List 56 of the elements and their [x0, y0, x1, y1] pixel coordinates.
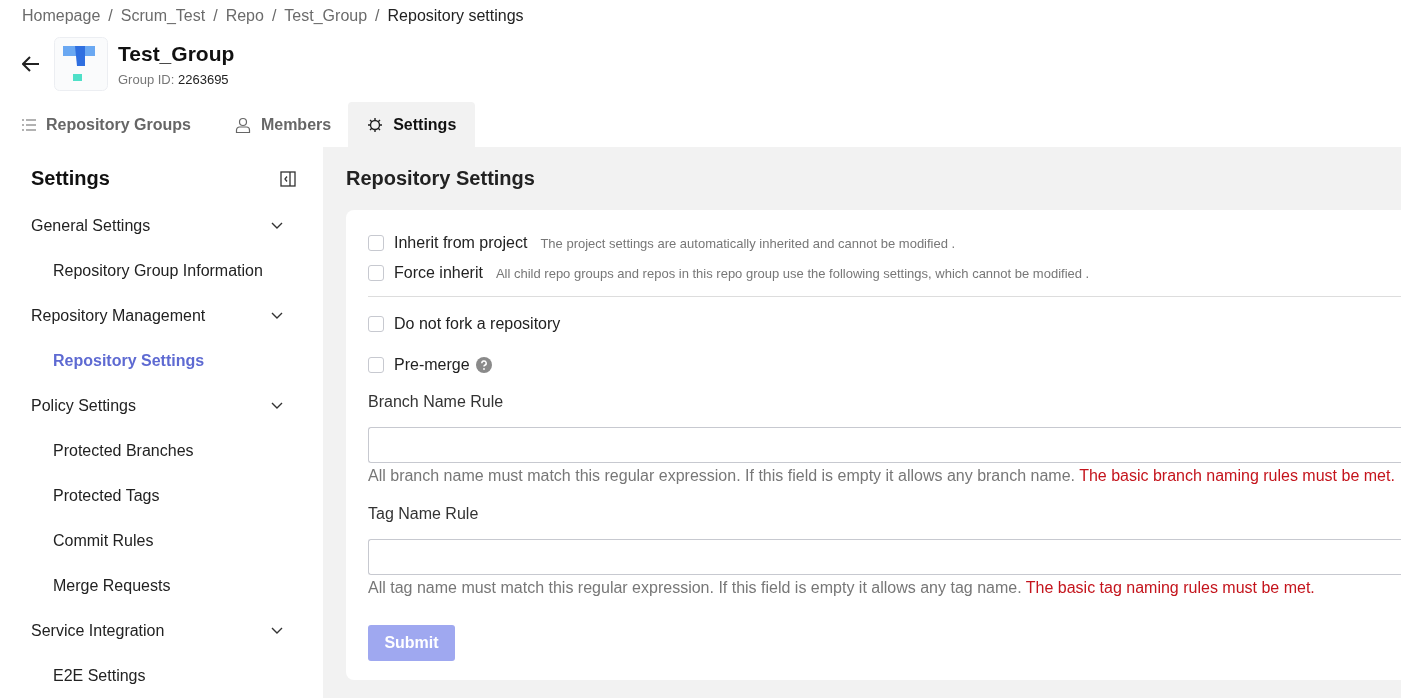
group-title: Test_Group — [118, 41, 235, 66]
sidebar-item[interactable]: Merge Requests — [31, 563, 283, 608]
person-icon — [234, 116, 251, 133]
sidebar-item[interactable]: E2E Settings — [31, 653, 283, 698]
chevron-icon — [271, 626, 283, 635]
tab[interactable]: Repository Groups — [10, 102, 223, 147]
list-icon — [22, 118, 36, 131]
sidebar-group[interactable]: Policy Settings — [31, 383, 283, 428]
field-hint: All branch name must match this regular expression. If this field is empty it allows any branch name. — [368, 467, 1075, 484]
help-icon[interactable] — [475, 356, 492, 373]
field-warning: The basic branch naming rules must be met. — [1079, 467, 1395, 484]
breadcrumb-link[interactable]: Homepage — [22, 7, 101, 27]
checkbox[interactable] — [368, 265, 384, 281]
chevron-icon — [271, 311, 283, 320]
breadcrumb-separator: / — [213, 7, 218, 26]
sidebar-group[interactable]: General Settings — [31, 203, 283, 248]
page-title: Repository Settings — [346, 167, 536, 191]
group-id-label: Group ID: — [118, 71, 175, 87]
group-id-value: 2263695 — [178, 71, 229, 87]
sidebar-item[interactable]: Repository Group Information — [31, 248, 283, 293]
option-description: The project settings are automatically inherited and cannot be modified . — [540, 235, 956, 251]
sidebar-title: Settings — [31, 167, 110, 190]
checkbox-label: Force inherit — [394, 264, 483, 282]
sidebar-item[interactable]: Repository Settings — [31, 338, 283, 383]
checkbox-label: Do not fork a repository — [394, 314, 561, 333]
sidebar-item[interactable]: Protected Tags — [31, 473, 283, 518]
checkbox[interactable] — [368, 235, 384, 251]
field-label: Tag Name Rule — [368, 505, 480, 524]
checkbox-label: Inherit from project — [394, 234, 528, 252]
option-description: All child repo groups and repos in this repo group use the following settings, which cannot be modified . — [495, 265, 1090, 281]
tab[interactable]: Settings — [348, 102, 476, 147]
sidebar-item[interactable]: Protected Branches — [31, 428, 283, 473]
checkbox[interactable] — [368, 315, 384, 332]
input-field[interactable] — [368, 427, 1401, 463]
breadcrumb-link[interactable]: Test_Group — [284, 7, 368, 27]
input-field[interactable] — [368, 539, 1401, 575]
field-hint: All tag name must match this regular expression. If this field is empty it allows any tag name. — [368, 579, 1022, 596]
back-arrow-icon[interactable] — [22, 56, 40, 72]
chevron-icon — [271, 401, 283, 410]
chevron-icon — [271, 221, 283, 230]
breadcrumb-link[interactable]: Scrum_Test — [120, 7, 206, 27]
collapse-sidebar-icon[interactable] — [280, 170, 296, 187]
settings-icon — [367, 116, 384, 133]
checkbox[interactable] — [368, 356, 384, 373]
breadcrumb-link[interactable]: Repo — [225, 7, 264, 27]
checkbox-label: Pre-merge — [394, 355, 470, 374]
breadcrumb-separator: / — [271, 7, 277, 26]
breadcrumb-separator: / — [108, 7, 113, 26]
sidebar-item[interactable]: Commit Rules — [31, 518, 283, 563]
group-logo-icon — [54, 37, 108, 91]
field-warning: The basic tag naming rules must be met. — [1025, 579, 1315, 596]
sidebar-group[interactable]: Service Integration — [31, 608, 283, 653]
sidebar-group[interactable]: Repository Management — [31, 293, 283, 338]
field-label: Branch Name Rule — [368, 393, 505, 412]
tab[interactable]: Members — [222, 102, 349, 147]
breadcrumb-separator: / — [375, 7, 380, 26]
